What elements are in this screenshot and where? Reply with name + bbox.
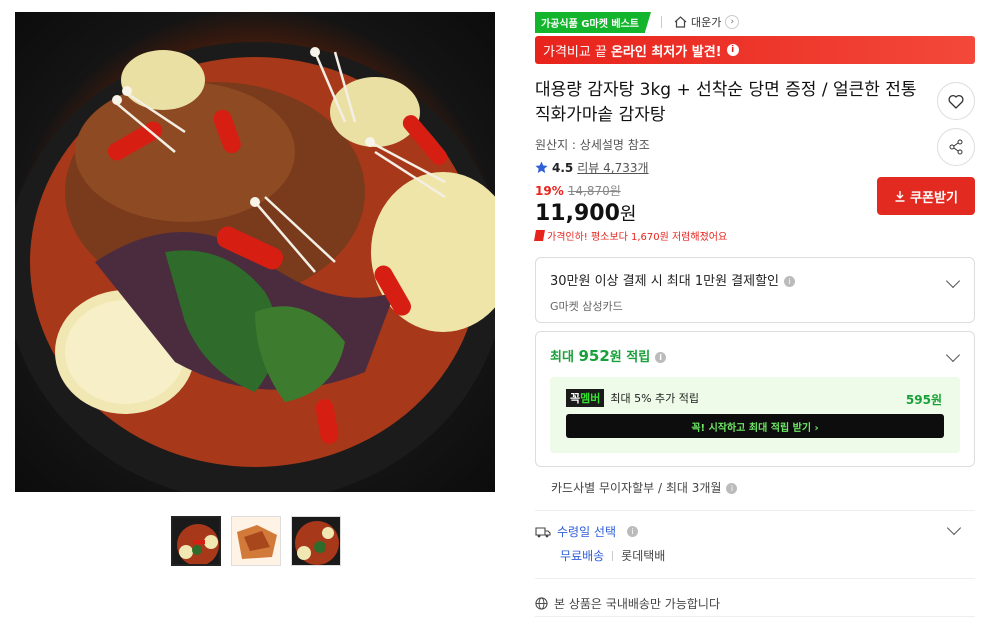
product-info-panel: 가공식품 G마켓 베스트 대운가 › 가격비교 끝 온라인 최저가 발견! i … — [534, 11, 975, 617]
divider — [612, 550, 614, 561]
installment-row: 카드사별 무이자할부 / 최대 3개월 i — [535, 467, 975, 511]
points-title: 최대 952원 적립 i — [550, 346, 960, 365]
best-badge[interactable]: 가공식품 G마켓 베스트 — [535, 11, 651, 33]
delivery-row: 수령일 선택 i 무료배송 롯데택배 — [535, 511, 975, 579]
rating-score: 4.5 — [552, 160, 574, 175]
price-cut-text: 가격인하! 평소보다 1,670원 저렴해졌어요 — [547, 232, 728, 243]
share-icon — [949, 139, 963, 155]
delivery-date-select[interactable]: 수령일 선택 — [557, 523, 616, 540]
discount-percent: 19% — [535, 183, 564, 198]
points-panel: 최대 952원 적립 i 꼭멤버 최대 5% 추가 적립 595원 꼭! 시작하고… — [535, 331, 975, 467]
member-promo-box: 꼭멤버 최대 5% 추가 적립 595원 꼭! 시작하고 최대 적립 받기 › — [550, 377, 960, 453]
action-buttons — [937, 82, 975, 166]
sale-price: 11,900 — [535, 201, 620, 226]
product-title: 대용량 감자탕 3kg + 선착순 당면 증정 / 얼큰한 전통 직화가마솥 감… — [535, 80, 917, 125]
store-icon — [674, 16, 687, 28]
review-count-link[interactable]: 리뷰 4,733개 — [577, 159, 648, 176]
coupon-label: 쿠폰받기 — [910, 190, 958, 206]
member-badge: 꼭멤버 — [566, 389, 605, 407]
thumbnail-1[interactable] — [171, 516, 221, 566]
share-button[interactable] — [937, 128, 975, 166]
badge-row: 가공식품 G마켓 베스트 대운가 › — [535, 11, 975, 33]
product-main-image — [15, 12, 495, 492]
thumbnail-3[interactable] — [291, 516, 341, 566]
info-icon[interactable]: i — [784, 276, 796, 287]
member-start-button[interactable]: 꼭! 시작하고 최대 적립 받기 › — [566, 414, 944, 438]
globe-icon — [535, 597, 548, 610]
banner-prefix: 가격비교 끝 — [543, 44, 607, 60]
domestic-shipping-row: 본 상품은 국내배송만 가능합니다 — [535, 579, 975, 617]
divider — [660, 16, 662, 28]
card-discount-subtitle: G마켓 삼성카드 — [550, 300, 623, 313]
seller-name: 대운가 — [690, 16, 722, 29]
lowest-price-banner[interactable]: 가격비교 끝 온라인 최저가 발견! i — [535, 36, 975, 64]
info-icon[interactable]: i — [655, 352, 667, 363]
card-discount-panel[interactable]: 30만원 이상 결제 시 최대 1만원 결제할인 i G마켓 삼성카드 — [535, 257, 975, 323]
coupon-button[interactable]: 쿠폰받기 — [877, 177, 975, 215]
star-icon — [535, 161, 548, 173]
origin-text: 원산지 : 상세설명 참조 — [535, 138, 650, 152]
download-icon — [895, 191, 905, 202]
carrier-name: 롯데택배 — [621, 549, 666, 563]
heart-icon — [948, 94, 964, 109]
currency-unit: 원 — [619, 204, 637, 225]
truck-icon — [535, 526, 551, 537]
thumbnail-strip — [171, 516, 341, 566]
info-icon[interactable]: i — [726, 44, 739, 56]
rating-row: 4.5 리뷰 4,733개 — [535, 159, 975, 176]
chevron-right-icon: › — [725, 15, 740, 29]
info-icon[interactable]: i — [627, 526, 639, 537]
free-shipping-label: 무료배송 — [560, 549, 605, 563]
member-text: 최대 5% 추가 적립 — [610, 392, 700, 405]
points-suffix: 원 적립 — [609, 350, 651, 365]
card-discount-title: 30만원 이상 결제 시 최대 1만원 결제할인 — [550, 274, 780, 289]
price-cut-notice: 가격인하! 평소보다 1,670원 저렴해졌어요 — [534, 228, 975, 243]
wishlist-button[interactable] — [937, 82, 975, 120]
points-prefix: 최대 — [550, 350, 574, 365]
thumbnail-2[interactable] — [231, 516, 281, 566]
installment-text: 카드사별 무이자할부 / 최대 3개월 — [551, 481, 722, 495]
banner-highlight: 온라인 최저가 발견! — [610, 44, 722, 60]
points-amount: 952 — [578, 347, 610, 365]
stew-illustration — [15, 42, 495, 492]
seller-link[interactable]: 대운가 › — [674, 14, 740, 30]
member-points: 595원 — [905, 393, 942, 407]
price-tag-icon — [534, 230, 545, 241]
info-icon[interactable]: i — [726, 483, 738, 494]
domestic-text: 본 상품은 국내배송만 가능합니다 — [554, 597, 721, 611]
original-price: 14,870원 — [567, 184, 621, 198]
